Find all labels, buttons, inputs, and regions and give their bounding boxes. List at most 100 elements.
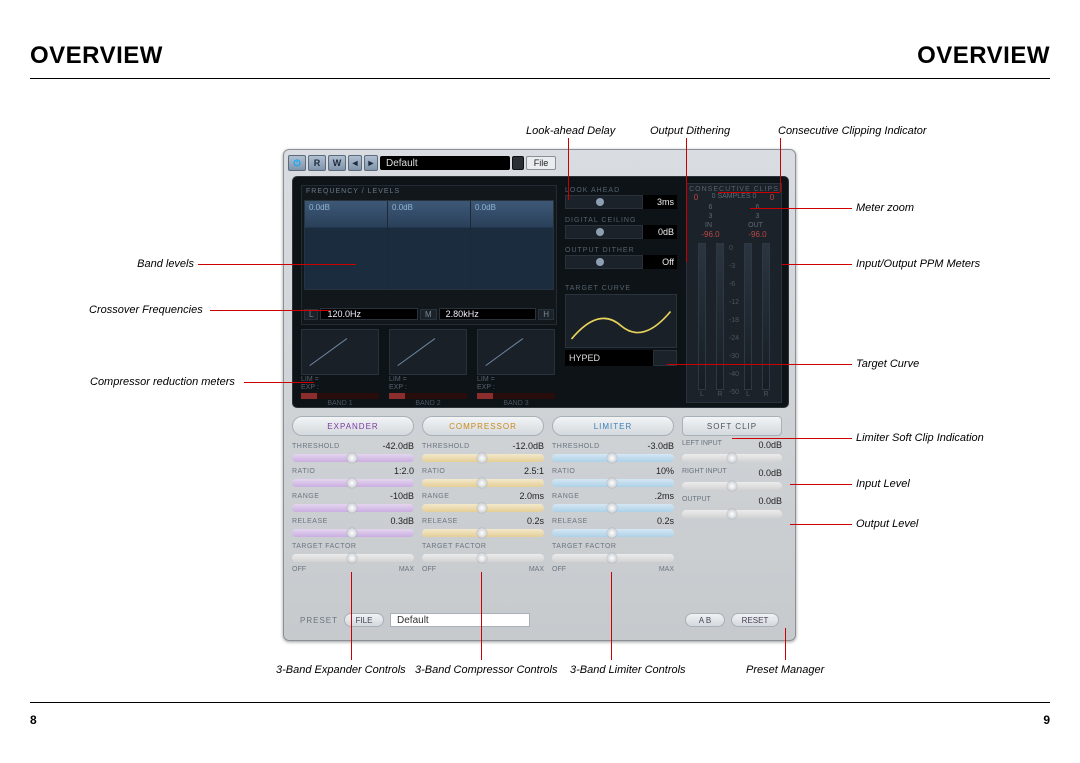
power-button[interactable]: ⏻ [288,155,306,171]
clip-right: 0 [770,193,774,202]
comp-range-label: RANGE [422,493,504,500]
exp-thresh-value[interactable]: -42.0dB [374,441,414,451]
band3-graph: LIM = EXP : BAND 3 [477,329,555,407]
lim-target-slider[interactable] [552,554,674,562]
band3-curve[interactable] [477,329,555,375]
next-preset-button[interactable]: ► [364,155,378,171]
target-curve-graph[interactable] [565,294,677,348]
band-high[interactable]: 0.0dB [471,201,553,289]
comp-release-label: RELEASE [422,518,504,525]
target-curve-preset[interactable]: HYPED [565,350,653,366]
freq-graph[interactable]: 0.0dB 0.0dB 0.0dB [304,200,554,290]
preset-dropdown[interactable] [512,156,524,170]
dither-value[interactable]: Off [643,255,677,269]
xover-freq-2[interactable]: 2.80kHz [439,308,537,320]
exp-release-value[interactable]: 0.3dB [374,516,414,526]
exp-range-value[interactable]: -10dB [374,491,414,501]
dither-slider[interactable] [565,255,643,269]
write-button[interactable]: W [328,155,346,171]
band3-label: BAND 3 [477,400,555,407]
comp-range-value[interactable]: 2.0ms [504,491,544,501]
ceiling-row: DIGITAL CEILING 0dB [565,217,677,239]
lim-ratio-slider[interactable] [552,479,674,487]
lim-thresh-slider[interactable] [552,454,674,462]
ab-compare-button[interactable]: A B [685,613,725,627]
look-ahead-slider[interactable] [565,195,643,209]
lim-thresh-value[interactable]: -3.0dB [634,441,674,451]
band-mid[interactable]: 0.0dB [388,201,471,289]
band-low[interactable]: 0.0dB [305,201,388,289]
exp-target-off: OFF [292,566,306,573]
toolbar-file-button[interactable]: File [526,156,556,170]
callout-lim-controls: 3-Band Limiter Controls [570,664,686,676]
frequency-levels: FREQUENCY / LEVELS 0.0dB 0.0dB 0.0dB L 1… [301,185,557,325]
expander-header[interactable]: EXPANDER [292,416,414,436]
limiter-header[interactable]: LIMITER [552,416,674,436]
compressor-column: COMPRESSOR THRESHOLD-12.0dB RATIO2.5:1 R… [422,416,544,576]
comp-range-slider[interactable] [422,504,544,512]
comp-target-slider[interactable] [422,554,544,562]
band1-exp: EXP : [301,384,319,391]
comp-thresh-slider[interactable] [422,454,544,462]
comp-target-off: OFF [422,566,436,573]
ceiling-value[interactable]: 0dB [643,225,677,239]
exp-ratio-slider[interactable] [292,479,414,487]
exp-range-slider[interactable] [292,504,414,512]
xover-h: H [538,309,554,320]
leader [210,310,330,311]
look-ahead-value[interactable]: 3ms [643,195,677,209]
callout-look-ahead: Look-ahead Delay [526,125,615,137]
zoom2-l[interactable]: 3 [709,213,713,220]
comp-ratio-slider[interactable] [422,479,544,487]
output-slider[interactable] [682,510,782,518]
left-input-slider[interactable] [682,454,782,462]
lim-ratio-value[interactable]: 10% [634,466,674,476]
band3-reduction-meter [477,393,555,399]
lim-range-value[interactable]: .2ms [634,491,674,501]
callout-target-curve: Target Curve [856,358,919,370]
toolbar-preset-name[interactable]: Default [380,156,510,170]
output-value[interactable]: 0.0dB [746,496,782,508]
comp-release-slider[interactable] [422,529,544,537]
page-number-right: 9 [1043,713,1050,727]
ceiling-label: DIGITAL CEILING [565,217,677,224]
band-mid-value: 0.0dB [392,203,413,212]
right-input-slider[interactable] [682,482,782,490]
leader [667,364,852,365]
dither-label: OUTPUT DITHER [565,247,677,254]
ceiling-slider[interactable] [565,225,643,239]
preset-name-field[interactable]: Default [390,613,530,627]
exp-target-slider[interactable] [292,554,414,562]
exp-release-slider[interactable] [292,529,414,537]
lower-controls: EXPANDER THRESHOLD-42.0dB RATIO1:2.0 RAN… [292,416,787,632]
exp-ratio-value[interactable]: 1:2.0 [374,466,414,476]
band2-curve[interactable] [389,329,467,375]
xover-freq-1[interactable]: 120.0Hz [320,308,418,320]
callout-output-level: Output Level [856,518,918,530]
read-button[interactable]: R [308,155,326,171]
soft-clip-header[interactable]: SOFT CLIP [682,416,782,436]
lim-range-slider[interactable] [552,504,674,512]
right-input-value[interactable]: 0.0dB [746,468,782,480]
exp-target-label: TARGET FACTOR [292,543,414,550]
comp-release-value[interactable]: 0.2s [504,516,544,526]
lim-release-value[interactable]: 0.2s [634,516,674,526]
band-high-value: 0.0dB [475,203,496,212]
band1-curve[interactable] [301,329,379,375]
zoom2-r[interactable]: 3 [756,213,760,220]
right-input-label: RIGHT INPUT [682,468,746,480]
xover-m: M [420,309,437,320]
comp-ratio-value[interactable]: 2.5:1 [504,466,544,476]
callout-output-dither: Output Dithering [650,125,730,137]
left-input-value[interactable]: 0.0dB [746,440,782,452]
freq-levels-title: FREQUENCY / LEVELS [306,188,400,195]
reset-button[interactable]: RESET [731,613,779,627]
comp-thresh-value[interactable]: -12.0dB [504,441,544,451]
lim-release-slider[interactable] [552,529,674,537]
prev-preset-button[interactable]: ◄ [348,155,362,171]
zoom-l[interactable]: 6 [709,204,713,211]
leader [481,572,482,660]
band1-graph: LIM = EXP : BAND 1 [301,329,379,407]
exp-thresh-slider[interactable] [292,454,414,462]
compressor-header[interactable]: COMPRESSOR [422,416,544,436]
